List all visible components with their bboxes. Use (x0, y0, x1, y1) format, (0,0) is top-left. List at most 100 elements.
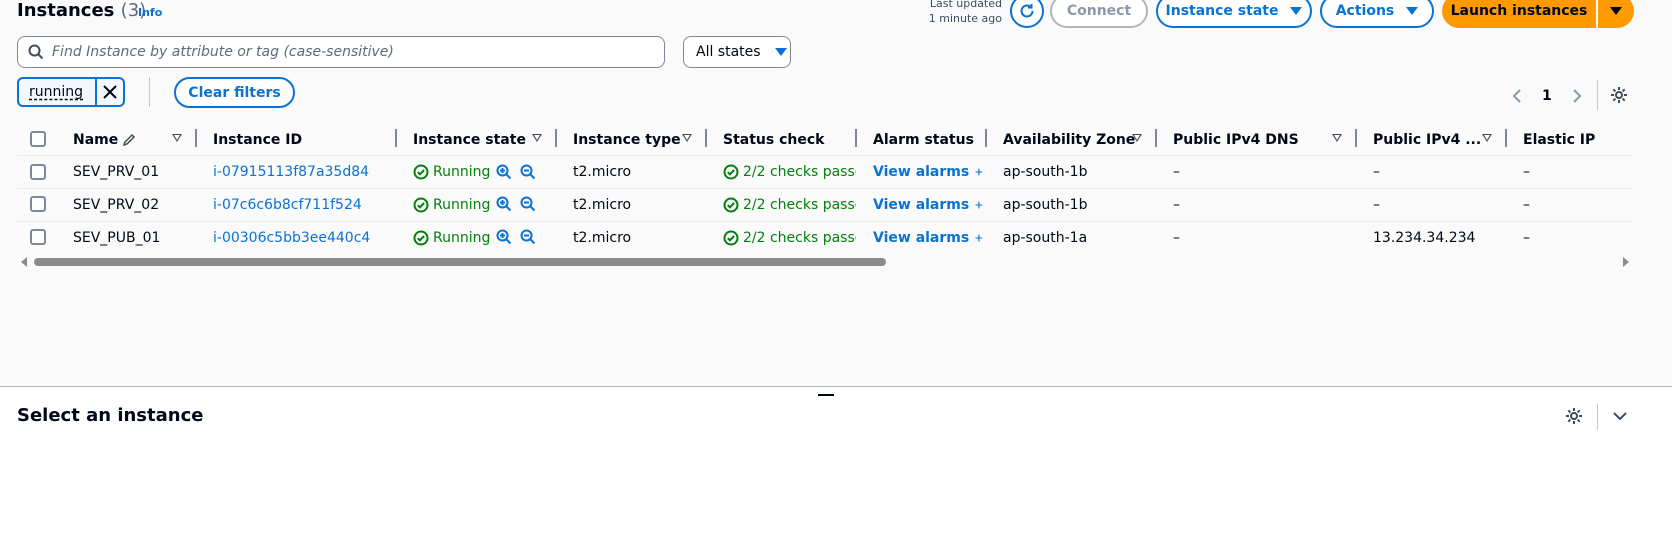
sort-icon[interactable] (682, 134, 692, 142)
search-input[interactable]: Find Instance by attribute or tag (case-… (17, 36, 665, 68)
view-alarms-link[interactable]: View alarms (873, 195, 983, 215)
column-header-name[interactable]: Name (73, 127, 136, 152)
column-resizer[interactable] (855, 129, 857, 147)
success-icon (413, 230, 429, 246)
select-all-checkbox[interactable] (30, 131, 46, 147)
sort-icon[interactable] (532, 134, 542, 142)
chevron-left-icon[interactable] (1512, 89, 1522, 103)
plus-icon (975, 168, 983, 176)
chevron-down-icon[interactable] (1612, 410, 1628, 422)
status-check: 2/2 checks passed (723, 228, 856, 248)
column-header-instance-state[interactable]: Instance state (413, 127, 526, 152)
public-ipv4-dns: – (1173, 197, 1180, 213)
success-icon (413, 164, 429, 180)
column-resizer[interactable] (195, 129, 197, 147)
search-placeholder: Find Instance by attribute or tag (case-… (52, 44, 394, 60)
zoom-in-icon[interactable] (496, 196, 512, 212)
page-number[interactable]: 1 (1542, 88, 1552, 104)
column-resizer[interactable] (395, 129, 397, 147)
column-resizer[interactable] (1505, 129, 1507, 147)
page-title: Instances (3) (17, 0, 147, 21)
column-resizer[interactable] (555, 129, 557, 147)
instance-name: SEV_PUB_01 (73, 230, 161, 246)
info-link[interactable]: Info (138, 6, 162, 19)
column-header-availability-zone[interactable]: Availability Zone (1003, 127, 1135, 152)
clear-filters-button[interactable]: Clear filters (174, 77, 295, 108)
sort-icon[interactable] (1332, 134, 1342, 142)
success-icon (723, 197, 739, 213)
instance-type: t2.micro (573, 197, 632, 213)
column-resizer[interactable] (1155, 129, 1157, 147)
split-panel-title: Select an instance (17, 405, 204, 426)
column-header-instance-type[interactable]: Instance type (573, 127, 681, 152)
scroll-left-icon[interactable] (20, 257, 28, 267)
caret-down-icon (1610, 7, 1622, 15)
column-header-status-check[interactable]: Status check (723, 127, 824, 152)
divider (1597, 404, 1598, 430)
remove-filter-button[interactable] (97, 85, 123, 99)
column-resizer[interactable] (705, 129, 707, 147)
zoom-in-icon[interactable] (496, 164, 512, 180)
instance-id-link[interactable]: i-07c6c6b8cf711f524 (213, 195, 393, 215)
success-icon (723, 164, 739, 180)
availability-zone: ap-south-1b (1003, 164, 1088, 180)
settings-icon[interactable] (1565, 407, 1583, 425)
public-ipv4-dns: – (1173, 230, 1180, 246)
view-alarms-link[interactable]: View alarms (873, 228, 983, 248)
column-resizer[interactable] (985, 129, 987, 147)
view-alarms-link[interactable]: View alarms (873, 162, 983, 182)
row-divider (17, 188, 1632, 189)
actions-button[interactable]: Actions (1320, 0, 1434, 28)
availability-zone: ap-south-1b (1003, 197, 1088, 213)
caret-down-icon (774, 48, 787, 56)
sort-icon[interactable] (172, 134, 182, 142)
column-header-instance-id[interactable]: Instance ID (213, 127, 302, 152)
horizontal-scrollbar[interactable] (34, 258, 886, 266)
state-select[interactable]: All states (683, 36, 791, 68)
column-header-public-ipv4-dns[interactable]: Public IPv4 DNS (1173, 127, 1299, 152)
public-ipv4: 13.234.34.234 (1373, 230, 1476, 246)
scroll-right-icon[interactable] (1622, 257, 1630, 267)
row-checkbox[interactable] (30, 164, 46, 180)
instance-id-link[interactable]: i-07915113f87a35d84 (213, 162, 393, 182)
plus-icon (975, 201, 983, 209)
success-icon (413, 197, 429, 213)
instance-name: SEV_PRV_02 (73, 197, 160, 213)
sort-icon[interactable] (1132, 134, 1142, 142)
launch-instances-button[interactable]: Launch instances (1442, 0, 1596, 28)
zoom-in-icon[interactable] (496, 229, 512, 245)
instance-state: Running (413, 195, 493, 215)
public-ipv4-dns: – (1173, 164, 1180, 180)
public-ipv4: – (1373, 164, 1380, 180)
row-divider (17, 221, 1632, 222)
elastic-ip: – (1523, 197, 1530, 213)
row-checkbox[interactable] (30, 229, 46, 245)
drag-handle[interactable] (818, 394, 834, 396)
sort-icon[interactable] (1482, 134, 1492, 142)
column-header-elastic-ip[interactable]: Elastic IP (1523, 127, 1595, 152)
zoom-out-icon[interactable] (520, 196, 536, 212)
column-resizer[interactable] (1355, 129, 1357, 147)
column-header-alarm-status[interactable]: Alarm status (873, 127, 974, 152)
close-icon (103, 85, 117, 99)
pagination: 1 (1512, 82, 1582, 110)
instance-name: SEV_PRV_01 (73, 164, 160, 180)
divider (149, 77, 150, 107)
settings-icon[interactable] (1610, 86, 1628, 104)
zoom-out-icon[interactable] (520, 229, 536, 245)
search-icon (28, 44, 44, 60)
column-header-public-ipv4[interactable]: Public IPv4 ... (1373, 127, 1481, 152)
instance-type: t2.micro (573, 164, 632, 180)
caret-down-icon (1406, 7, 1419, 15)
connect-button[interactable]: Connect (1050, 0, 1148, 28)
last-updated: Last updated 1 minute ago (928, 0, 1002, 25)
zoom-out-icon[interactable] (520, 164, 536, 180)
elastic-ip: – (1523, 230, 1530, 246)
row-checkbox[interactable] (30, 196, 46, 212)
instance-state-button[interactable]: Instance state (1156, 0, 1312, 28)
filter-token-label[interactable]: running (19, 79, 97, 105)
split-divider (0, 386, 1672, 387)
status-check: 2/2 checks passed (723, 195, 856, 215)
instance-id-link[interactable]: i-00306c5bb3ee440c4 (213, 228, 393, 248)
chevron-right-icon[interactable] (1572, 89, 1582, 103)
